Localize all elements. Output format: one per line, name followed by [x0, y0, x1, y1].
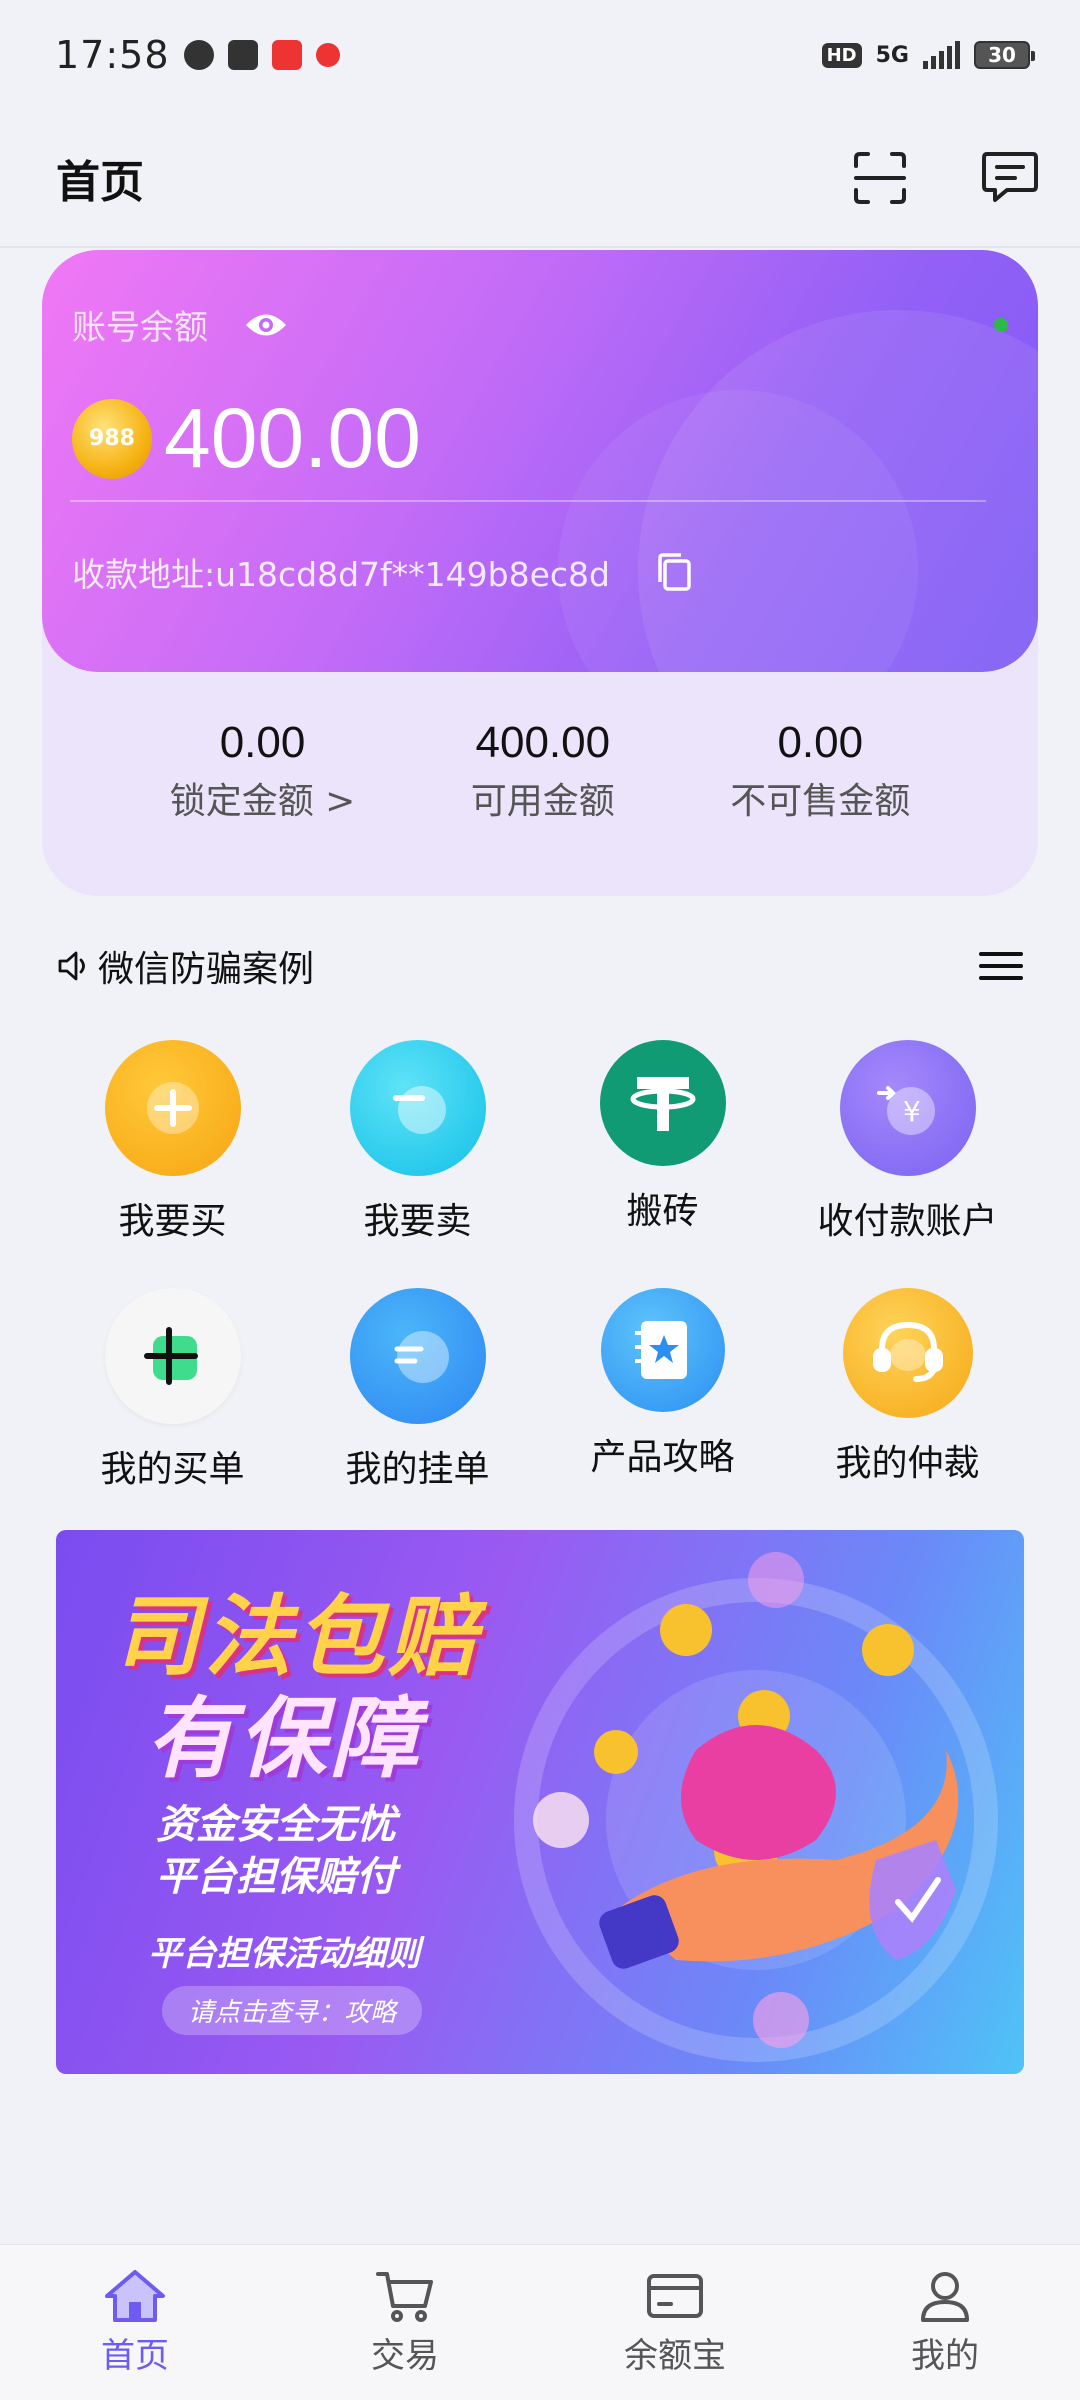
- page-title: 首页: [56, 157, 144, 208]
- sell-order-icon: [349, 1288, 486, 1424]
- online-status-dot: [994, 318, 1008, 332]
- menu-icon: [979, 952, 1023, 980]
- stat-value: 0.00: [777, 718, 864, 767]
- message-icon: [982, 152, 1038, 202]
- mail-notification-icon: [227, 40, 258, 70]
- stat-value: 400.00: [475, 718, 611, 767]
- hd-badge: HD: [821, 42, 862, 68]
- nav-mine[interactable]: 我的: [845, 2268, 1045, 2377]
- banner-link-pill[interactable]: 请点击查寻：攻略: [162, 1986, 423, 2035]
- menu-button[interactable]: [978, 949, 1024, 983]
- balance-amount: 400.00: [164, 391, 421, 485]
- card-divider: [70, 500, 986, 502]
- yuan-exchange-icon: ¥: [839, 1040, 976, 1176]
- status-right: HD 5G 30: [821, 41, 1035, 69]
- stat-label: 锁定金额 >: [169, 781, 356, 822]
- battery-icon: 30: [974, 41, 1035, 69]
- grid-label: 我的挂单: [345, 1449, 490, 1490]
- battery-level: 30: [988, 43, 1016, 67]
- toggle-visibility-button[interactable]: [244, 310, 288, 340]
- minus-coin-icon: [349, 1040, 486, 1176]
- feature-grid: 我要买 我要卖 搬砖 ¥ 收付款账户 我的买单 我的挂单 产品攻略 我的仲裁: [50, 1040, 1030, 1492]
- stat-label: 不可售金额: [730, 781, 911, 822]
- eye-icon: [246, 314, 286, 335]
- balance-card: 账号余额 988 400.00 收款地址:u18cd8d7f**149b8ec8…: [42, 250, 1038, 672]
- status-time: 17:58: [55, 33, 170, 77]
- plus-coin-icon: [104, 1040, 241, 1176]
- banner-sub-2: 平台担保赔付: [156, 1854, 396, 1900]
- coin-label: 988: [89, 426, 135, 451]
- header-actions: [850, 148, 1040, 208]
- coin-icon: 988: [72, 398, 152, 479]
- notice-left: 微信防骗案例: [56, 940, 314, 992]
- status-bar: 17:58 HD 5G 30: [0, 0, 1080, 110]
- signal-icon: [923, 41, 960, 69]
- available-amount-stat: 400.00 可用金额: [471, 718, 615, 824]
- grid-item-sell[interactable]: 我要卖: [295, 1040, 540, 1244]
- speaker-icon: [58, 951, 85, 981]
- receive-address: 收款地址:u18cd8d7f**149b8ec8d: [72, 555, 610, 594]
- buy-order-icon: [104, 1288, 241, 1424]
- stat-label: 可用金额: [470, 781, 615, 822]
- status-left: 17:58: [55, 33, 340, 77]
- grid-item-my-sell-orders[interactable]: 我的挂单: [295, 1288, 540, 1492]
- grid-item-my-buy-orders[interactable]: 我的买单: [50, 1288, 295, 1492]
- user-icon: [921, 2272, 969, 2322]
- nav-label: 首页: [101, 2336, 169, 2376]
- cart-icon: [376, 2272, 433, 2322]
- balance-stats: 0.00 锁定金额 > 400.00 可用金额 0.00 不可售金额: [42, 718, 1038, 824]
- nav-label: 我的: [911, 2336, 979, 2376]
- notice-text: 微信防骗案例: [98, 949, 315, 990]
- grid-label: 我的买单: [100, 1449, 245, 1490]
- grid-item-product-guide[interactable]: 产品攻略: [540, 1288, 785, 1492]
- grid-label: 产品攻略: [590, 1437, 735, 1478]
- copy-address-button[interactable]: [656, 552, 692, 592]
- grid-item-payment-accounts[interactable]: ¥ 收付款账户: [785, 1040, 1030, 1244]
- scan-icon: [854, 152, 906, 204]
- grid-label: 收付款账户: [817, 1201, 998, 1242]
- grid-label: 我的仲裁: [835, 1443, 980, 1484]
- banner-rule: 平台担保活动细则: [148, 1934, 420, 1974]
- balance-label: 账号余额: [72, 308, 208, 348]
- app-header: 首页: [0, 110, 1080, 248]
- bottom-nav: 首页 交易 余额宝 我的: [0, 2244, 1080, 2400]
- chat-notification-icon: [183, 40, 214, 70]
- nav-label: 余额宝: [624, 2336, 726, 2376]
- banner-sub-1: 资金安全无忧: [156, 1802, 396, 1848]
- svg-text:¥: ¥: [903, 1095, 921, 1128]
- grid-item-buy[interactable]: 我要买: [50, 1040, 295, 1244]
- nav-home[interactable]: 首页: [35, 2268, 235, 2377]
- taobao-notification-icon: [271, 40, 302, 70]
- notice-bar[interactable]: 微信防骗案例: [56, 940, 1024, 992]
- grid-label: 搬砖: [626, 1191, 699, 1232]
- balance-label-row: 账号余额: [72, 300, 288, 349]
- headset-icon: [842, 1288, 973, 1418]
- wallet-card-icon: [647, 2274, 703, 2318]
- nav-balance-treasure[interactable]: 余额宝: [575, 2268, 775, 2377]
- home-icon: [105, 2270, 165, 2322]
- grid-item-brick[interactable]: 搬砖: [540, 1040, 785, 1244]
- grid-label: 我要买: [118, 1201, 227, 1242]
- address-row: 收款地址:u18cd8d7f**149b8ec8d: [72, 548, 692, 596]
- grid-item-my-arbitration[interactable]: 我的仲裁: [785, 1288, 1030, 1492]
- scan-button[interactable]: [850, 148, 910, 208]
- nav-trade[interactable]: 交易: [305, 2268, 505, 2377]
- stat-value: 0.00: [219, 718, 306, 767]
- tether-icon: [599, 1040, 726, 1166]
- grid-label: 我要卖: [363, 1201, 472, 1242]
- app-notification-icon: [315, 43, 340, 67]
- locked-amount-stat[interactable]: 0.00 锁定金额 >: [170, 718, 356, 824]
- nav-label: 交易: [371, 2336, 439, 2376]
- network-type: 5G: [875, 42, 909, 68]
- unsellable-amount-stat: 0.00 不可售金额: [730, 718, 910, 824]
- copy-icon: [658, 553, 691, 591]
- messages-button[interactable]: [980, 148, 1040, 208]
- promo-banner[interactable]: 司法包赔 有保障 资金安全无忧 平台担保赔付 平台担保活动细则 请点击查寻：攻略: [56, 1530, 1024, 2074]
- banner-title-2: 有保障: [146, 1687, 423, 1790]
- guide-book-icon: [600, 1288, 725, 1412]
- balance-row: 988 400.00: [72, 390, 421, 487]
